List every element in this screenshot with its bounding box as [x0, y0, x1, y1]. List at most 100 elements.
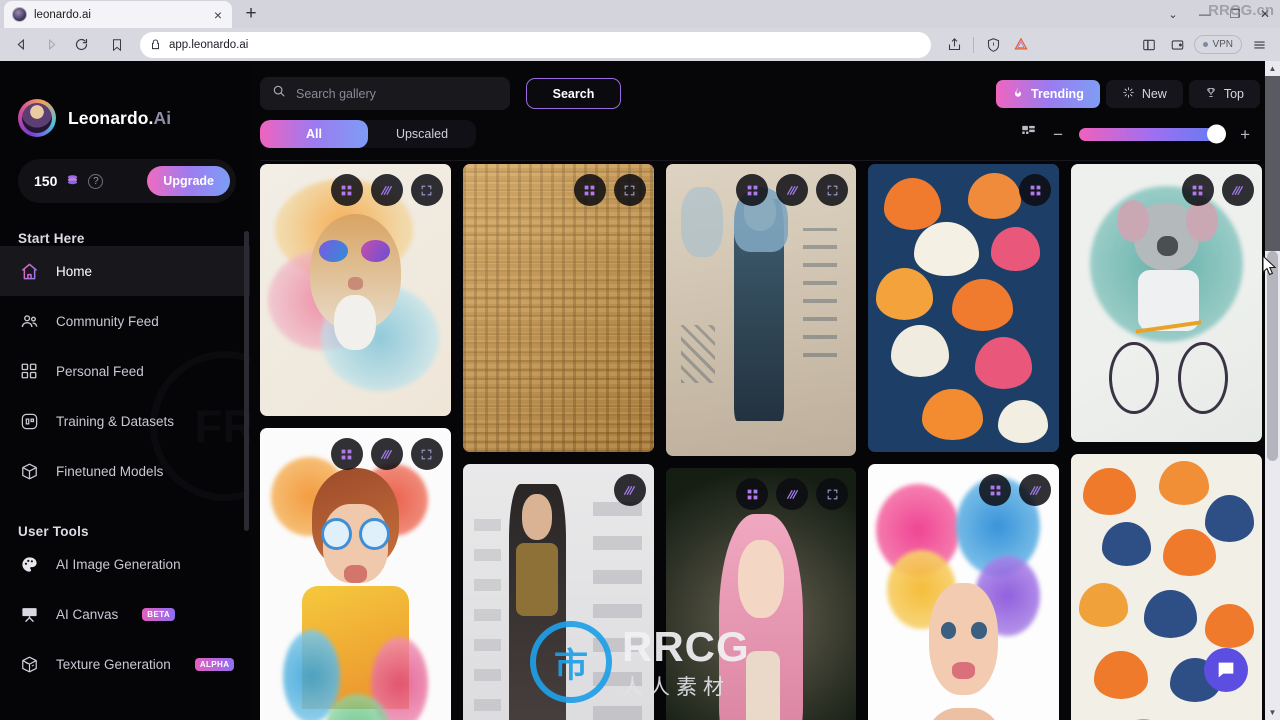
sidebar: FR Leonardo.Ai 150 ? Upgrade Start Here: [0, 61, 250, 720]
variations-icon[interactable]: [613, 474, 646, 506]
gallery-card-pink-haired-portrait[interactable]: [665, 468, 857, 720]
remix-icon[interactable]: [573, 174, 606, 206]
sidebar-item-ai-image-generation[interactable]: AI Image Generation: [0, 539, 250, 589]
remix-icon[interactable]: [330, 174, 363, 206]
new-tab-button[interactable]: +: [238, 1, 264, 27]
gallery-card-egyptian-hieroglyphs[interactable]: [462, 164, 654, 452]
brave-lion-icon[interactable]: [1008, 32, 1034, 58]
sort-top[interactable]: Top: [1188, 79, 1260, 108]
zoom-slider[interactable]: [1079, 124, 1227, 144]
bookmark-icon[interactable]: [104, 32, 130, 58]
sidebar-icon[interactable]: [1136, 32, 1162, 58]
sidebar-item-texture-generation[interactable]: Texture Generation ALPHA: [0, 639, 250, 689]
remix-icon[interactable]: [736, 478, 769, 510]
vpn-status-dot: [1203, 42, 1209, 47]
zoom-slider-thumb[interactable]: [1207, 124, 1227, 144]
scroll-up-arrow[interactable]: ▲: [1265, 61, 1280, 76]
close-window-button[interactable]: ✕: [1250, 0, 1280, 28]
gallery-card-pop-art-girl-glasses[interactable]: [260, 428, 451, 720]
expand-icon[interactable]: [816, 174, 849, 206]
sort-new[interactable]: New: [1105, 79, 1183, 108]
card-action-buttons: [736, 478, 849, 510]
sidebar-item-home[interactable]: Home: [0, 246, 250, 296]
sidebar-item-personal-feed[interactable]: Personal Feed: [0, 346, 250, 396]
search-box[interactable]: [260, 77, 510, 110]
navigation-bar: app.leonardo.ai VPN: [0, 28, 1280, 61]
sidebar-item-training-datasets[interactable]: Training & Datasets: [0, 396, 250, 446]
sort-label: New: [1141, 86, 1167, 101]
lock-icon: [152, 39, 159, 50]
credit-amount: 150: [34, 173, 58, 189]
variations-icon[interactable]: [1019, 474, 1052, 506]
scroll-down-arrow[interactable]: ▼: [1265, 705, 1280, 720]
hamburger-menu-icon[interactable]: [1246, 32, 1272, 58]
easel-icon: [18, 605, 40, 624]
expand-icon[interactable]: [816, 478, 849, 510]
chat-bubble-icon[interactable]: [1204, 648, 1248, 692]
url-bar[interactable]: app.leonardo.ai: [140, 31, 932, 58]
sidebar-item-ai-canvas[interactable]: AI Canvas BETA: [0, 589, 250, 639]
gallery-card-blue-haired-warrior[interactable]: [665, 164, 857, 456]
minimize-button[interactable]: —: [1190, 0, 1220, 28]
sidebar-item-community-feed[interactable]: Community Feed: [0, 296, 250, 346]
card-action-buttons: [573, 174, 646, 206]
gallery-column: [1071, 164, 1262, 720]
reload-icon[interactable]: [68, 32, 94, 58]
expand-icon[interactable]: [410, 174, 443, 206]
share-icon[interactable]: [941, 32, 967, 58]
leonardo-favicon-icon: [12, 7, 27, 22]
remix-icon[interactable]: [979, 474, 1012, 506]
sidebar-scrollbar[interactable]: [244, 61, 249, 720]
trophy-icon: [1205, 86, 1217, 102]
back-icon[interactable]: [8, 32, 34, 58]
gallery-card-dark-fantasy-woman-sheet[interactable]: [462, 464, 654, 720]
brand-name: Leonardo.Ai: [68, 107, 172, 128]
zoom-in-button[interactable]: +: [1240, 126, 1250, 143]
vpn-button[interactable]: VPN: [1194, 35, 1242, 54]
gallery-card-orange-floral-pattern[interactable]: [868, 164, 1060, 452]
status-badge-alpha: ALPHA: [194, 657, 235, 671]
search-button[interactable]: Search: [526, 78, 621, 109]
sidebar-scrollbar-thumb[interactable]: [244, 231, 249, 531]
tab-title: leonardo.ai: [34, 8, 91, 21]
maximize-button[interactable]: ❐: [1220, 0, 1250, 28]
chevron-down-icon[interactable]: ⌄: [1156, 0, 1190, 28]
zoom-out-button[interactable]: −: [1053, 126, 1063, 143]
sidebar-item-finetuned-models[interactable]: Finetuned Models: [0, 446, 250, 496]
brave-shield-icon[interactable]: [980, 32, 1006, 58]
remix-icon[interactable]: [1019, 174, 1052, 206]
palette-icon: [18, 555, 40, 574]
page-scrollbar[interactable]: ▲ ▼: [1265, 61, 1280, 720]
sort-trending[interactable]: Trending: [996, 79, 1100, 108]
filter-upscaled[interactable]: Upscaled: [368, 120, 476, 148]
wallet-icon[interactable]: [1164, 32, 1190, 58]
url-text: app.leonardo.ai: [169, 38, 249, 51]
variations-icon[interactable]: [370, 174, 403, 206]
upgrade-button[interactable]: Upgrade: [147, 166, 230, 196]
gallery-card-rainbow-hair-portrait[interactable]: [868, 464, 1060, 720]
filter-all[interactable]: All: [260, 120, 368, 148]
search-input[interactable]: [296, 86, 498, 101]
forward-icon[interactable]: [38, 32, 64, 58]
remix-icon[interactable]: [330, 438, 363, 470]
help-icon[interactable]: ?: [88, 173, 104, 189]
scrollbar-track[interactable]: [1265, 76, 1280, 251]
gallery-card-koala-on-bicycle[interactable]: [1071, 164, 1262, 442]
variations-icon[interactable]: [776, 174, 809, 206]
expand-icon[interactable]: [410, 438, 443, 470]
gallery-card-watercolor-lion-sunglasses[interactable]: [260, 164, 451, 416]
grid-layout-icon[interactable]: [1020, 124, 1037, 144]
variations-icon[interactable]: [776, 478, 809, 510]
credits-badge[interactable]: 150 ? Upgrade: [18, 159, 236, 203]
brand-logo-area[interactable]: Leonardo.Ai: [0, 81, 250, 137]
variations-icon[interactable]: [1221, 174, 1254, 206]
expand-icon[interactable]: [613, 174, 646, 206]
browser-tab[interactable]: leonardo.ai ×: [4, 1, 232, 28]
remix-icon[interactable]: [1181, 174, 1214, 206]
variations-icon[interactable]: [370, 438, 403, 470]
remix-icon[interactable]: [736, 174, 769, 206]
close-icon[interactable]: ×: [212, 8, 224, 22]
browser-window: leonardo.ai × + ⌄ — ❐ ✕ app.leonardo.ai: [0, 0, 1280, 720]
page-scrollbar-thumb[interactable]: [1267, 251, 1278, 461]
artwork-image: [260, 428, 451, 720]
